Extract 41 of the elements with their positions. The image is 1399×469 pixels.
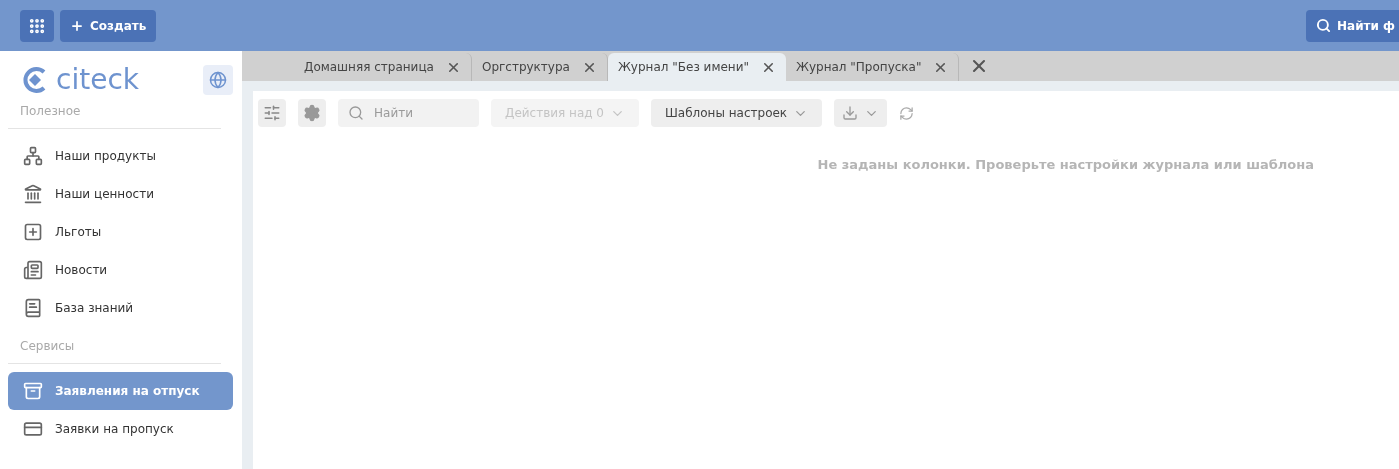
tab-label: Журнал "Без имени" — [617, 60, 749, 74]
hierarchy-icon — [23, 146, 43, 166]
section-title: Сервисы — [8, 337, 221, 364]
sliders-icon — [263, 104, 281, 122]
plus-icon — [70, 18, 84, 33]
tab[interactable]: Домашняя страница — [294, 53, 472, 81]
settings-icon — [303, 104, 321, 122]
plus-square-icon — [23, 222, 43, 242]
grid-icon — [28, 16, 46, 35]
tab[interactable]: Журнал "Пропуска" — [786, 53, 960, 81]
sidebar-item[interactable]: Наши ценности — [8, 175, 233, 213]
search-icon — [348, 105, 364, 121]
newspaper-icon — [23, 260, 43, 280]
download-icon — [842, 105, 859, 121]
empty-message: Не заданы колонки. Проверьте настройки журнала или шаблона — [816, 157, 1315, 172]
language-button[interactable] — [203, 64, 233, 95]
create-button[interactable]: Создать — [60, 9, 157, 42]
search-field[interactable]: Найти — [338, 99, 479, 127]
sidebar-item[interactable]: Льготы — [8, 213, 233, 251]
sidebar-item[interactable]: Заявки на пропуск — [8, 410, 233, 448]
archive-icon — [23, 381, 43, 401]
search-icon — [1316, 18, 1331, 33]
logo-text: citeck — [56, 63, 139, 96]
card-icon — [23, 419, 43, 439]
search-button[interactable]: Найти ф — [1306, 9, 1399, 42]
templates-dropdown[interactable]: Шаблоны настроек — [651, 99, 823, 127]
book-icon — [23, 298, 43, 318]
sidebar-item[interactable]: Новости — [8, 251, 233, 289]
tab-label: Домашняя страница — [304, 60, 434, 74]
sidebar-item[interactable]: База знаний — [8, 289, 233, 327]
apps-button[interactable] — [20, 9, 54, 42]
tab-label: Оргструктура — [481, 60, 570, 74]
tab[interactable]: Оргструктура — [471, 53, 608, 81]
building-icon — [23, 184, 43, 204]
globe-icon — [209, 70, 227, 89]
settings-button[interactable] — [298, 99, 326, 127]
filter-settings-button[interactable] — [258, 99, 286, 127]
section-title: Полезное — [8, 102, 221, 129]
tab[interactable]: Журнал "Без имени" — [607, 53, 786, 81]
tab-label: Журнал "Пропуска" — [796, 60, 922, 74]
sidebar-item[interactable]: Наши продукты — [8, 137, 233, 175]
